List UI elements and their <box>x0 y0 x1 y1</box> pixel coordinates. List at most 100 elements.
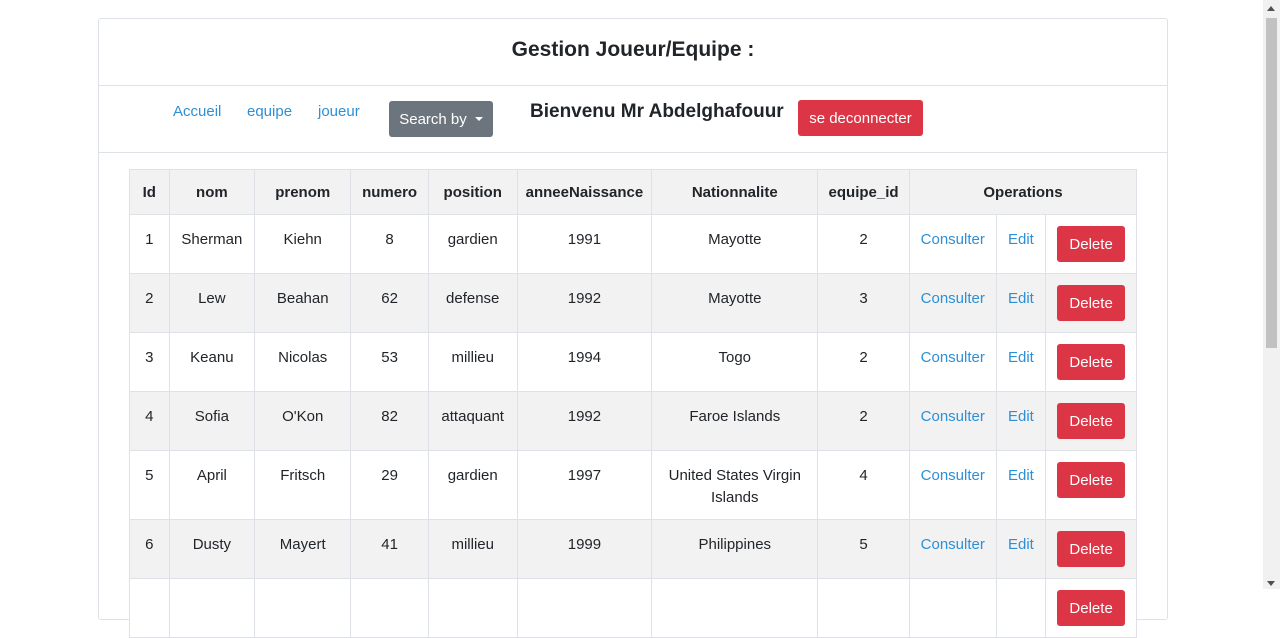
edit-link[interactable]: Edit <box>1008 231 1034 248</box>
scroll-up-icon[interactable] <box>1267 6 1275 11</box>
cell-id: 6 <box>129 519 170 579</box>
cell-consult: Consulter <box>908 273 997 333</box>
vertical-scrollbar[interactable] <box>1263 0 1280 589</box>
cell-delete: Delete <box>1045 450 1137 520</box>
cell-equipe-id: 3 <box>817 273 910 333</box>
cell-delete: Delete <box>1045 391 1137 451</box>
col-prenom: prenom <box>254 169 352 215</box>
cell-equipe-id: 4 <box>817 450 910 520</box>
delete-button[interactable]: Delete <box>1057 344 1126 380</box>
cell-nationalite: Mayotte <box>651 273 819 333</box>
edit-link[interactable]: Edit <box>1008 290 1034 307</box>
cell-edit: Edit <box>995 519 1047 579</box>
cell-id: 3 <box>129 332 170 392</box>
cell-nom: Keanu <box>168 332 256 392</box>
nav-link-equipe[interactable]: equipe <box>247 103 292 120</box>
table-row: 6 Dusty Mayert 41 millieu 1999 Philippines 5 Con… <box>129 519 1137 579</box>
main-card: Gestion Joueur/Equipe : Accueil equipe j… <box>98 18 1168 638</box>
cell-edit: Edit <box>995 214 1047 274</box>
col-numero: numero <box>350 169 429 215</box>
table-row: 1 Sherman Kiehn 8 gardien 1991 Mayotte 2 Consult… <box>129 214 1137 274</box>
cell-delete: Delete <box>1045 214 1137 274</box>
cell-nom: Dusty <box>168 519 256 579</box>
cell-consult: Consulter <box>908 519 997 579</box>
cell-position: gardien <box>427 214 518 274</box>
cell-id <box>129 578 170 638</box>
cell-edit: Edit <box>995 273 1047 333</box>
delete-button[interactable]: Delete <box>1057 531 1126 567</box>
delete-button[interactable]: Delete <box>1057 462 1126 498</box>
cell-annee: 1992 <box>516 273 653 333</box>
cell-numero: 29 <box>350 450 429 520</box>
cell-position: defense <box>427 273 518 333</box>
cell-delete: Delete <box>1045 519 1137 579</box>
cell-consult: Consulter <box>908 450 997 520</box>
cell-prenom: Fritsch <box>254 450 352 520</box>
cell-equipe-id <box>817 578 910 638</box>
welcome-message: Bienvenu Mr Abdelghafouur <box>530 101 784 122</box>
consult-link[interactable]: Consulter <box>921 467 985 484</box>
cell-consult: Consulter <box>908 332 997 392</box>
delete-button[interactable]: Delete <box>1057 226 1126 262</box>
nav-link-joueur[interactable]: joueur <box>318 103 360 120</box>
col-position: position <box>427 169 518 215</box>
delete-button[interactable]: Delete <box>1057 403 1126 439</box>
cell-prenom: Mayert <box>254 519 352 579</box>
cell-numero: 41 <box>350 519 429 579</box>
cell-equipe-id: 2 <box>817 214 910 274</box>
cell-position: millieu <box>427 519 518 579</box>
edit-link[interactable]: Edit <box>1008 408 1034 425</box>
consult-link[interactable]: Consulter <box>921 231 985 248</box>
cell-nom <box>168 578 256 638</box>
col-annee: anneeNaissance <box>516 169 653 215</box>
cell-edit: Edit <box>995 450 1047 520</box>
consult-link[interactable]: Consulter <box>921 349 985 366</box>
cell-numero: 62 <box>350 273 429 333</box>
cell-edit: Edit <box>995 332 1047 392</box>
consult-link[interactable]: Consulter <box>921 536 985 553</box>
cell-numero: 53 <box>350 332 429 392</box>
navbar: Accueil equipe joueur Search by Bienvenu… <box>99 86 1167 153</box>
col-operations: Operations <box>908 169 1138 215</box>
consult-link[interactable]: Consulter <box>921 408 985 425</box>
consult-link[interactable]: Consulter <box>921 290 985 307</box>
caret-down-icon <box>474 117 483 121</box>
cell-delete: Delete <box>1045 578 1137 638</box>
edit-link[interactable]: Edit <box>1008 349 1034 366</box>
logout-button[interactable]: se deconnecter <box>798 100 923 136</box>
scroll-thumb[interactable] <box>1266 18 1277 348</box>
delete-button[interactable]: Delete <box>1057 590 1126 626</box>
cell-prenom: Kiehn <box>254 214 352 274</box>
cell-nationalite: Philippines <box>651 519 819 579</box>
cell-annee: 1991 <box>516 214 653 274</box>
table-row: Delete <box>129 578 1137 638</box>
cell-nom: Lew <box>168 273 256 333</box>
cell-nationalite: Faroe Islands <box>651 391 819 451</box>
col-id: Id <box>129 169 170 215</box>
cell-numero <box>350 578 429 638</box>
scroll-down-icon[interactable] <box>1267 581 1275 586</box>
cell-nationalite: Togo <box>651 332 819 392</box>
col-nom: nom <box>168 169 256 215</box>
cell-nationalite <box>651 578 819 638</box>
table-row: 4 Sofia O'Kon 82 attaquant 1992 Faroe Islands 2… <box>129 391 1137 451</box>
cell-nationalite: Mayotte <box>651 214 819 274</box>
col-equipe-id: equipe_id <box>817 169 910 215</box>
search-by-dropdown[interactable]: Search by <box>389 101 493 137</box>
edit-link[interactable]: Edit <box>1008 467 1034 484</box>
cell-annee: 1992 <box>516 391 653 451</box>
nav-link-accueil[interactable]: Accueil <box>173 103 221 120</box>
cell-position <box>427 578 518 638</box>
cell-nom: Sherman <box>168 214 256 274</box>
cell-consult <box>908 578 997 638</box>
cell-edit <box>995 578 1047 638</box>
cell-id: 2 <box>129 273 170 333</box>
card-header: Gestion Joueur/Equipe : <box>99 19 1167 86</box>
delete-button[interactable]: Delete <box>1057 285 1126 321</box>
cell-id: 1 <box>129 214 170 274</box>
table-header-row: Id nom prenom numero position anneeNaiss… <box>129 169 1138 215</box>
cell-prenom: Nicolas <box>254 332 352 392</box>
cell-nationalite: United States Virgin Islands <box>651 450 819 520</box>
cell-numero: 8 <box>350 214 429 274</box>
edit-link[interactable]: Edit <box>1008 536 1034 553</box>
